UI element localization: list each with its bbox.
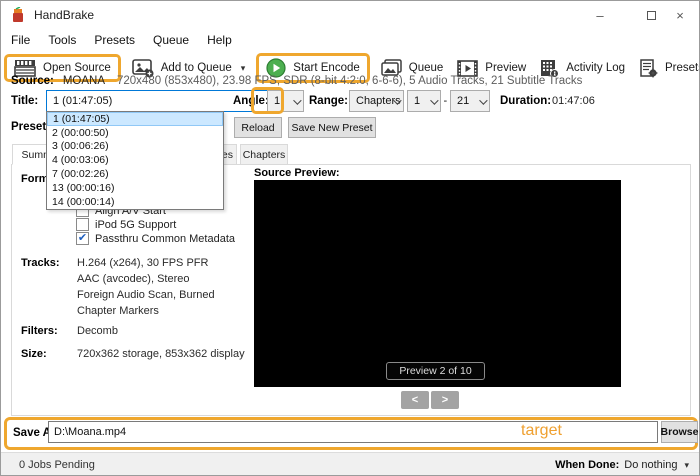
filters-value: Decomb: [77, 325, 118, 337]
preview-count-badge: Preview 2 of 10: [386, 362, 485, 380]
close-button[interactable]: ×: [663, 1, 697, 29]
source-details: 720x480 (853x480), 23.98 FPS, SDR (8-bit…: [117, 75, 583, 87]
size-label: Size:: [21, 348, 47, 360]
target-annotation: target: [521, 422, 562, 439]
save-as-input[interactable]: [48, 421, 658, 443]
menu-tools[interactable]: Tools: [39, 31, 85, 49]
title-option[interactable]: 2 (00:00:50): [47, 126, 223, 140]
range-separator: -: [443, 95, 448, 107]
reload-button[interactable]: Reload: [234, 117, 282, 138]
source-summary-row: Source: MOANA 720x480 (853x480), 23.98 F…: [11, 73, 691, 89]
when-done-control[interactable]: When Done: Do nothing ▾: [555, 459, 689, 471]
source-preview-image: Preview 2 of 10: [254, 180, 621, 387]
title-option[interactable]: 14 (00:00:14): [47, 195, 223, 209]
title-option[interactable]: 13 (00:00:16): [47, 181, 223, 195]
track-audio: AAC (avcodec), Stereo: [77, 273, 190, 285]
when-done-label: When Done:: [555, 459, 620, 471]
ipod-support-checkbox[interactable]: ✔: [76, 218, 89, 231]
title-select-value: 1 (01:47:05): [53, 95, 113, 107]
passthru-metadata-label: Passthru Common Metadata: [95, 233, 236, 245]
chevron-down-icon: ▾: [240, 62, 246, 73]
minimize-button[interactable]: –: [583, 1, 617, 29]
menu-help[interactable]: Help: [198, 31, 241, 49]
passthru-metadata-checkbox[interactable]: ✔: [76, 232, 89, 245]
title-option[interactable]: 1 (01:47:05): [47, 112, 223, 126]
chevron-down-icon: [293, 96, 302, 105]
maximize-icon: [646, 10, 656, 20]
title-label: Title:: [11, 95, 39, 107]
check-icon: ✔: [77, 232, 88, 244]
size-value: 720x362 storage, 853x362 display: [77, 348, 245, 360]
title-dropdown-list: 1 (01:47:05) 2 (00:00:50) 3 (00:06:26) 4…: [46, 111, 224, 210]
window-title: HandBrake: [34, 8, 95, 22]
track-video: H.264 (x264), 30 FPS PFR: [77, 257, 209, 269]
track-subtitle: Foreign Audio Scan, Burned: [77, 289, 215, 301]
handbrake-logo-icon: [13, 7, 23, 22]
ipod-support-label: iPod 5G Support: [95, 219, 177, 231]
preset-label: Preset:: [11, 121, 50, 133]
title-option[interactable]: 7 (00:02:26): [47, 167, 223, 181]
duration-value: 01:47:06: [552, 95, 595, 107]
title-option[interactable]: 4 (00:03:06): [47, 153, 223, 167]
source-label: Source:: [11, 75, 54, 87]
range-to-select[interactable]: 21: [450, 90, 490, 112]
range-label: Range:: [309, 95, 348, 107]
menu-file[interactable]: File: [2, 31, 39, 49]
menu-queue[interactable]: Queue: [144, 31, 198, 49]
tab-chapters[interactable]: Chapters: [240, 144, 288, 165]
range-type-select[interactable]: Chapters: [349, 90, 404, 112]
jobs-pending-status: 0 Jobs Pending: [19, 459, 95, 471]
range-from-select[interactable]: 1: [407, 90, 441, 112]
menu-bar: File Tools Presets Queue Help: [1, 29, 699, 51]
chevron-down-icon: ▾: [684, 459, 689, 470]
source-name: MOANA: [62, 75, 105, 87]
save-new-preset-button[interactable]: Save New Preset: [288, 117, 376, 138]
tracks-label: Tracks:: [21, 257, 60, 269]
next-preview-button[interactable]: >: [431, 391, 459, 409]
title-option[interactable]: 3 (00:06:26): [47, 140, 223, 154]
dropdown-arrow-highlight: [251, 87, 284, 114]
chevron-down-icon: [430, 96, 439, 105]
duration-label: Duration:: [500, 95, 552, 107]
chevron-down-icon: [479, 96, 488, 105]
track-chapters: Chapter Markers: [77, 305, 159, 317]
previous-preview-button[interactable]: <: [401, 391, 429, 409]
status-bar: 0 Jobs Pending When Done: Do nothing ▾: [1, 452, 699, 475]
filters-label: Filters:: [21, 325, 58, 337]
menu-presets[interactable]: Presets: [85, 31, 144, 49]
source-preview-label: Source Preview:: [254, 167, 340, 179]
when-done-value: Do nothing: [624, 459, 678, 471]
title-bar: HandBrake – ×: [1, 1, 699, 29]
handbrake-window: HandBrake – × File Tools Presets Queue H…: [0, 0, 700, 476]
browse-button[interactable]: Browse: [661, 421, 698, 443]
